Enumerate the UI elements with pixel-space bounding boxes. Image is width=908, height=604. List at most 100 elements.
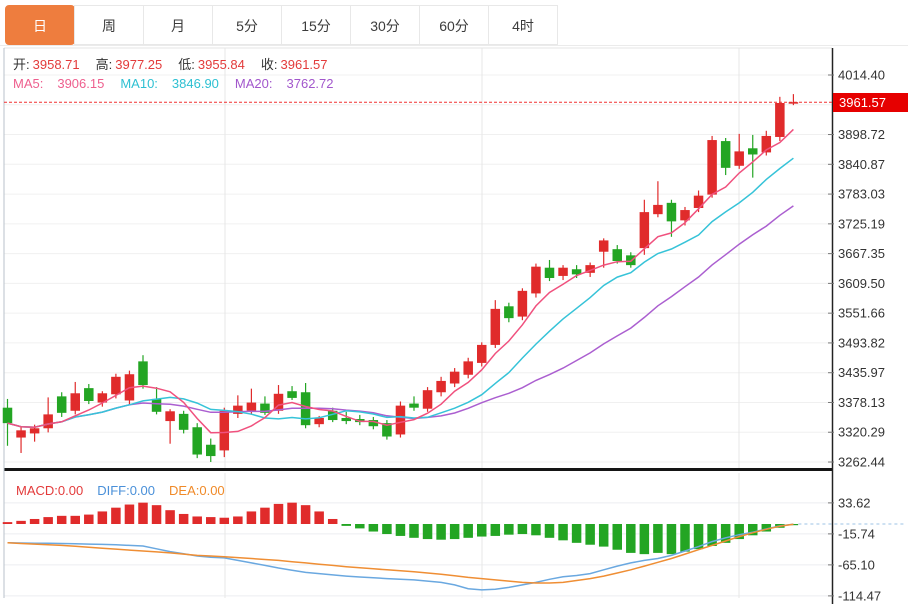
dea-label: DEA: bbox=[169, 483, 200, 498]
candle-body bbox=[287, 391, 297, 398]
tab-15min[interactable]: 15分 bbox=[281, 5, 351, 45]
candle-body bbox=[151, 398, 162, 412]
tab-week[interactable]: 周 bbox=[74, 5, 144, 45]
macd-histogram-bar bbox=[151, 505, 162, 524]
high-label: 高: bbox=[95, 57, 113, 72]
candle-body bbox=[639, 212, 650, 249]
candle-body bbox=[219, 410, 230, 451]
candle-body bbox=[720, 141, 731, 168]
candle-body bbox=[449, 371, 460, 384]
open-value: 3958.71 bbox=[32, 57, 80, 72]
macd-histogram-bar bbox=[544, 524, 555, 538]
macd-histogram-bar bbox=[84, 514, 94, 524]
macd-histogram-bar bbox=[260, 507, 270, 524]
price-tick-label: 3435.97 bbox=[838, 365, 885, 380]
tab-month[interactable]: 月 bbox=[143, 5, 213, 45]
price-tick-label: 3898.72 bbox=[838, 127, 885, 142]
candle-body bbox=[111, 376, 121, 395]
candle-body bbox=[531, 266, 541, 294]
tab-30min[interactable]: 30分 bbox=[350, 5, 420, 45]
macd-histogram-bar bbox=[490, 524, 501, 536]
candle-body bbox=[734, 151, 744, 166]
macd-histogram-bar bbox=[29, 518, 40, 524]
diff-label: DIFF: bbox=[97, 483, 130, 498]
macd-histogram-bar bbox=[2, 522, 13, 524]
candle-body bbox=[43, 414, 53, 429]
macd-label: MACD: bbox=[16, 483, 58, 498]
price-tick-label: 3725.19 bbox=[838, 216, 885, 231]
candle-body bbox=[138, 361, 148, 386]
current-price-badge: 3961.57 bbox=[833, 93, 908, 112]
macd-histogram-bar bbox=[422, 524, 433, 540]
macd-histogram-bar bbox=[341, 524, 351, 526]
macd-histogram-bar bbox=[273, 503, 284, 524]
macd-histogram-bar bbox=[517, 524, 528, 535]
candle-body bbox=[409, 403, 419, 408]
candle-body bbox=[178, 413, 189, 430]
macd-histogram-bar bbox=[558, 524, 568, 541]
candle-body bbox=[477, 344, 487, 363]
macd-histogram-bar bbox=[626, 524, 636, 553]
candle-body bbox=[517, 290, 528, 317]
candle-body bbox=[29, 428, 40, 434]
macd-histogram-bar bbox=[206, 517, 216, 524]
candle-body bbox=[246, 402, 257, 411]
candle-body bbox=[788, 102, 799, 104]
low-value: 3955.84 bbox=[197, 57, 245, 72]
candle-body bbox=[775, 102, 785, 137]
close-label: 收: bbox=[260, 57, 278, 72]
tab-4hour[interactable]: 4时 bbox=[488, 5, 558, 45]
candle-body bbox=[395, 405, 406, 435]
macd-histogram-bar bbox=[477, 524, 487, 537]
candle-body bbox=[558, 267, 568, 276]
ma5-value: 3906.15 bbox=[57, 76, 105, 91]
macd-histogram-bar bbox=[449, 524, 460, 540]
candle-body bbox=[490, 308, 501, 345]
macd-tick-label: 33.62 bbox=[838, 495, 871, 510]
macd-histogram-bar bbox=[246, 511, 257, 524]
candle-body bbox=[463, 361, 473, 375]
candle-body bbox=[666, 202, 677, 222]
macd-histogram-bar bbox=[16, 520, 26, 524]
macd-tick-label: -114.47 bbox=[838, 588, 881, 603]
macd-histogram-bar bbox=[368, 524, 379, 532]
macd-histogram-bar bbox=[56, 515, 67, 524]
macd-histogram-bar bbox=[233, 516, 243, 524]
candle-body bbox=[2, 407, 13, 424]
macd-value: 0.00 bbox=[57, 483, 84, 498]
price-tick-label: 3378.13 bbox=[838, 395, 885, 410]
macd-histogram-bar bbox=[178, 513, 189, 524]
macd-histogram-bar bbox=[680, 524, 690, 552]
candle-body bbox=[165, 411, 175, 422]
ma20-label: MA20: bbox=[234, 76, 273, 91]
candle-body bbox=[748, 148, 758, 155]
price-tick-label: 3840.87 bbox=[838, 157, 885, 172]
close-value: 3961.57 bbox=[280, 57, 328, 72]
macd-histogram-bar bbox=[395, 524, 406, 536]
diff-value: 0.00 bbox=[129, 483, 156, 498]
price-tick-label: 3551.66 bbox=[838, 306, 885, 321]
candle-body bbox=[504, 306, 514, 319]
tab-day[interactable]: 日 bbox=[5, 5, 75, 45]
macd-histogram-bar bbox=[598, 524, 609, 547]
macd-histogram-bar bbox=[504, 524, 514, 535]
timeframe-tabbar: 日 周 月 5分 15分 30分 60分 4时 bbox=[5, 5, 558, 45]
macd-histogram-bar bbox=[585, 524, 595, 545]
ma10-value: 3846.90 bbox=[171, 76, 219, 91]
macd-tick-label: -15.74 bbox=[838, 526, 875, 541]
macd-histogram-bar bbox=[111, 507, 121, 524]
ma10-label: MA10: bbox=[120, 76, 158, 91]
macd-histogram-bar bbox=[300, 505, 311, 524]
high-value: 3977.25 bbox=[115, 57, 163, 72]
macd-histogram-bar bbox=[124, 504, 135, 524]
candle-body bbox=[192, 427, 202, 455]
candle-body bbox=[84, 388, 94, 401]
tab-5min[interactable]: 5分 bbox=[212, 5, 282, 45]
candle-body bbox=[653, 204, 663, 215]
tab-60min[interactable]: 60分 bbox=[419, 5, 489, 45]
macd-histogram-bar bbox=[192, 516, 202, 524]
macd-histogram-bar bbox=[97, 511, 108, 524]
macd-histogram-bar bbox=[70, 515, 80, 524]
macd-histogram-bar bbox=[43, 517, 53, 524]
ohlc-legend: 开: 3958.71 高: 3977.25 低: 3955.84 收: 3961.57 bbox=[13, 54, 344, 73]
